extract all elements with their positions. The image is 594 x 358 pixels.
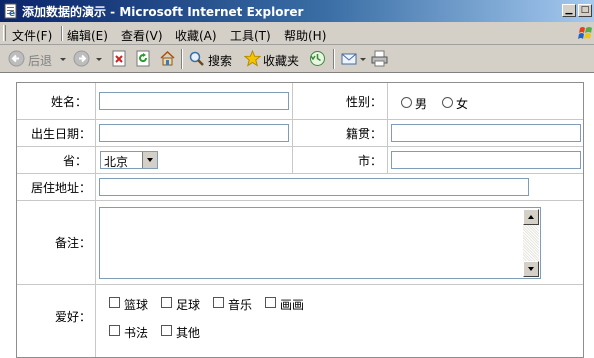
grid-line <box>17 119 583 120</box>
page-content: 姓名： 性别： 男 女 出生日期： 籍贯： 省： 北京 市： 居住地址： 备注： <box>0 73 594 358</box>
print-icon[interactable] <box>371 50 388 67</box>
hobby-painting-checkbox[interactable] <box>265 297 276 308</box>
scroll-up-icon[interactable] <box>523 209 539 225</box>
gender-female-radio[interactable] <box>442 97 453 108</box>
toolbar-separator <box>181 49 183 69</box>
grid-line <box>17 173 583 174</box>
menu-edit[interactable]: 编辑(E) <box>67 27 108 44</box>
windows-logo-icon <box>578 27 592 39</box>
scroll-down-icon[interactable] <box>523 261 539 277</box>
grid-line <box>17 200 583 201</box>
forward-arrow-icon[interactable] <box>73 50 90 67</box>
search-icon[interactable] <box>188 50 205 67</box>
scrollbar-track[interactable] <box>523 225 539 261</box>
name-input[interactable] <box>99 92 289 110</box>
maximize-button[interactable]: □ <box>578 4 592 17</box>
name-label: 姓名： <box>51 95 88 109</box>
province-dropdown-button[interactable] <box>142 152 157 168</box>
favorites-star-icon[interactable] <box>244 50 261 67</box>
grid-line <box>387 146 388 173</box>
minimize-button[interactable]: ▁ <box>562 4 576 17</box>
home-icon[interactable] <box>159 50 176 67</box>
search-button[interactable]: 搜索 <box>208 52 232 69</box>
hobby-basketball-label: 篮球 <box>124 298 149 312</box>
gender-label: 性别： <box>346 95 383 109</box>
menu-favorites[interactable]: 收藏(A) <box>175 27 217 44</box>
mail-dropdown-icon[interactable] <box>360 58 366 61</box>
history-icon[interactable] <box>309 50 326 67</box>
hobby-football-label: 足球 <box>176 298 201 312</box>
native-place-label: 籍贯： <box>346 127 383 141</box>
grid-line <box>17 284 583 285</box>
hobby-music-checkbox[interactable] <box>213 297 224 308</box>
toolbar: 后退 搜索 收藏夹 <box>0 45 594 73</box>
birthdate-input[interactable] <box>99 124 289 142</box>
gender-female-label: 女 <box>456 97 469 111</box>
menu-view[interactable]: 查看(V) <box>121 27 163 44</box>
favorites-button[interactable]: 收藏夹 <box>263 52 299 69</box>
grid-line <box>387 83 388 146</box>
stop-icon[interactable] <box>111 50 128 67</box>
hobbies-label: 爱好： <box>55 310 92 324</box>
back-dropdown-icon[interactable] <box>60 58 66 61</box>
menubar-grip[interactable] <box>3 25 6 41</box>
menu-file[interactable]: 文件(F) <box>12 27 52 44</box>
toolbar-separator <box>333 49 335 69</box>
hobby-other-checkbox[interactable] <box>161 325 172 336</box>
refresh-icon[interactable] <box>135 50 152 67</box>
data-entry-form: 姓名： 性别： 男 女 出生日期： 籍贯： 省： 北京 市： 居住地址： 备注： <box>16 82 584 358</box>
hobby-calligraphy-checkbox[interactable] <box>109 325 120 336</box>
remarks-label: 备注： <box>55 236 92 250</box>
hobby-basketball-checkbox[interactable] <box>109 297 120 308</box>
grid-line <box>292 83 293 146</box>
grid-line <box>17 146 583 147</box>
hobby-football-checkbox[interactable] <box>161 297 172 308</box>
svg-text:e: e <box>9 9 15 19</box>
province-label: 省： <box>63 154 88 168</box>
menu-help[interactable]: 帮助(H) <box>284 27 326 44</box>
menu-bar: 文件(F) 编辑(E) 查看(V) 收藏(A) 工具(T) 帮助(H) <box>0 22 594 45</box>
title-bar: e 添加数据的演示 - Microsoft Internet Explorer … <box>0 0 594 22</box>
hobby-calligraphy-label: 书法 <box>124 326 149 340</box>
window-title: 添加数据的演示 - Microsoft Internet Explorer <box>22 5 304 19</box>
hobby-painting-label: 画画 <box>280 298 305 312</box>
mail-icon[interactable] <box>341 50 358 67</box>
grid-line <box>292 146 293 173</box>
back-button[interactable]: 后退 <box>28 52 52 69</box>
remarks-scrollbar[interactable] <box>523 209 539 277</box>
gender-male-label: 男 <box>415 97 428 111</box>
city-input[interactable] <box>391 151 581 169</box>
city-label: 市： <box>358 154 383 168</box>
hobby-music-label: 音乐 <box>228 298 253 312</box>
birthdate-label: 出生日期： <box>31 127 92 141</box>
address-label: 居住地址： <box>31 181 92 195</box>
gender-male-radio[interactable] <box>401 97 412 108</box>
menu-tools[interactable]: 工具(T) <box>230 27 271 44</box>
forward-dropdown-icon[interactable] <box>96 58 102 61</box>
remarks-textarea[interactable] <box>99 207 541 279</box>
menu-separator <box>61 26 63 41</box>
ie-page-icon: e <box>4 3 17 19</box>
address-input[interactable] <box>99 178 529 196</box>
back-arrow-icon[interactable] <box>8 50 25 67</box>
province-selected-value: 北京 <box>104 155 129 169</box>
grid-line <box>95 83 96 357</box>
hobby-other-label: 其他 <box>176 326 201 340</box>
native-place-input[interactable] <box>391 124 581 142</box>
province-select[interactable]: 北京 <box>100 151 158 169</box>
